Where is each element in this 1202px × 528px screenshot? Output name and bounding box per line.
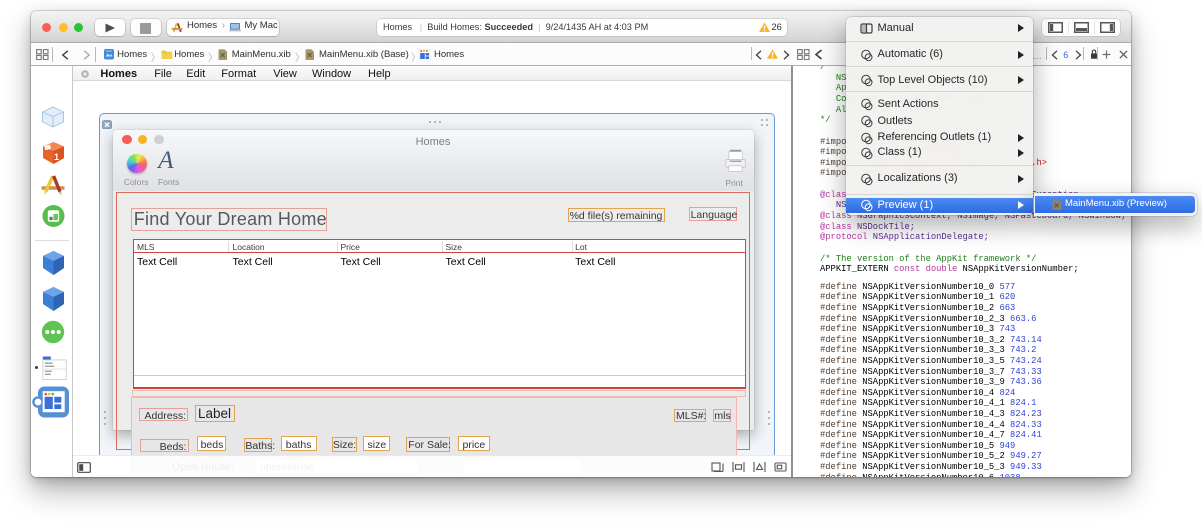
- svg-text:1: 1: [54, 152, 60, 163]
